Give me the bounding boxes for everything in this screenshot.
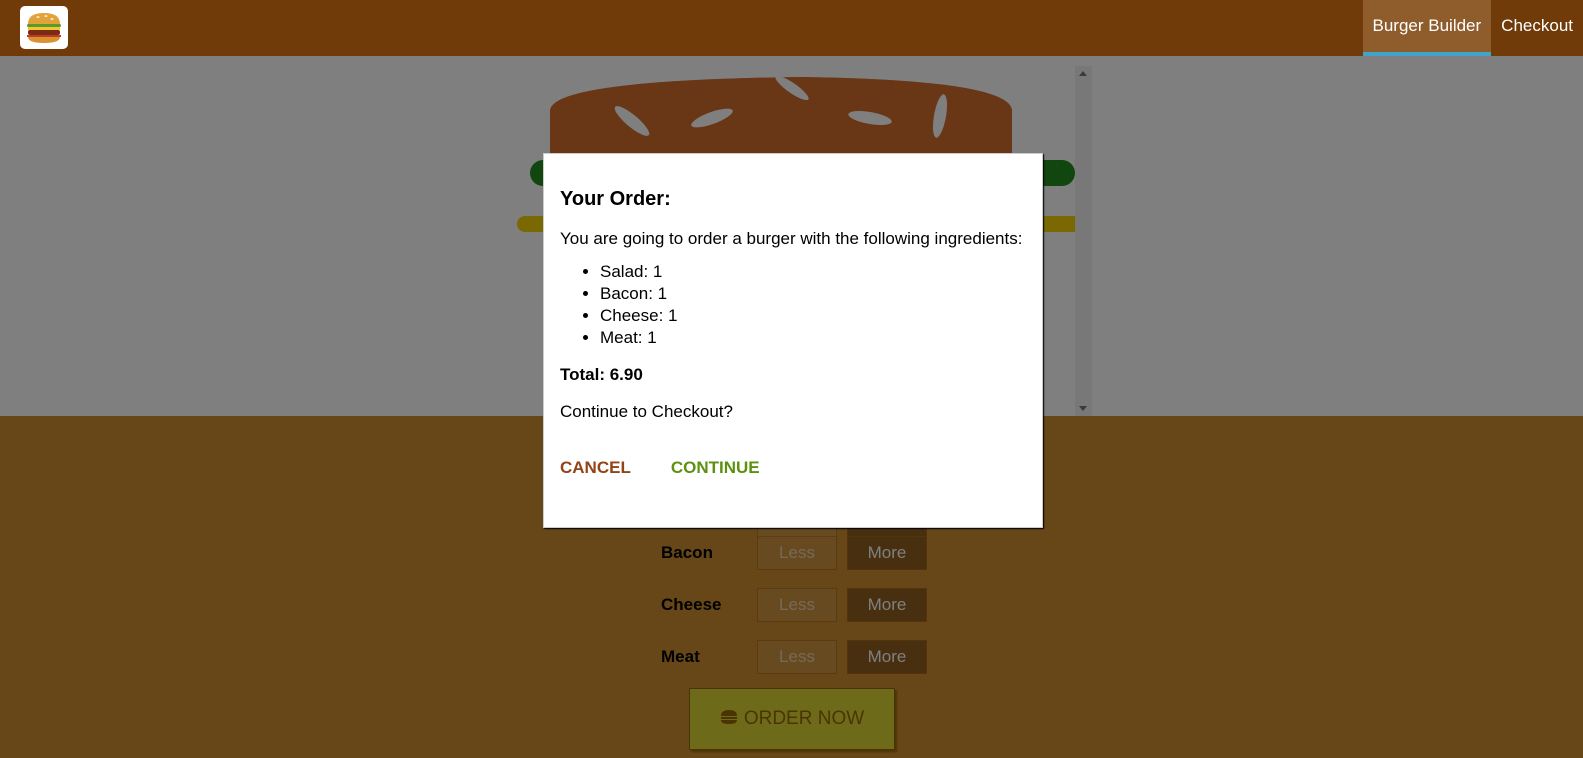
list-item: Meat: 1	[600, 327, 1026, 349]
burger-logo-icon	[27, 13, 61, 43]
order-total: Total: 6.90	[560, 365, 643, 384]
toolbar: Burger Builder Checkout	[0, 0, 1583, 56]
continue-question: Continue to Checkout?	[560, 402, 733, 421]
ingredient-list: Salad: 1 Bacon: 1 Cheese: 1 Meat: 1	[600, 261, 1026, 349]
cancel-button[interactable]: CANCEL	[560, 458, 631, 478]
list-item: Salad: 1	[600, 261, 1026, 283]
order-summary-modal: Your Order: You are going to order a bur…	[543, 153, 1043, 528]
list-item: Bacon: 1	[600, 283, 1026, 305]
main-nav: Burger Builder Checkout	[1362, 0, 1583, 56]
list-item: Cheese: 1	[600, 305, 1026, 327]
modal-title: Your Order:	[560, 188, 671, 210]
continue-button[interactable]: CONTINUE	[671, 458, 760, 478]
nav-item-burger-builder[interactable]: Burger Builder	[1362, 0, 1492, 56]
modal-intro: You are going to order a burger with the…	[560, 229, 1023, 248]
burger-logo[interactable]	[20, 6, 68, 49]
modal-actions: CANCEL CONTINUE	[560, 458, 1026, 478]
nav-item-checkout[interactable]: Checkout	[1491, 0, 1583, 56]
